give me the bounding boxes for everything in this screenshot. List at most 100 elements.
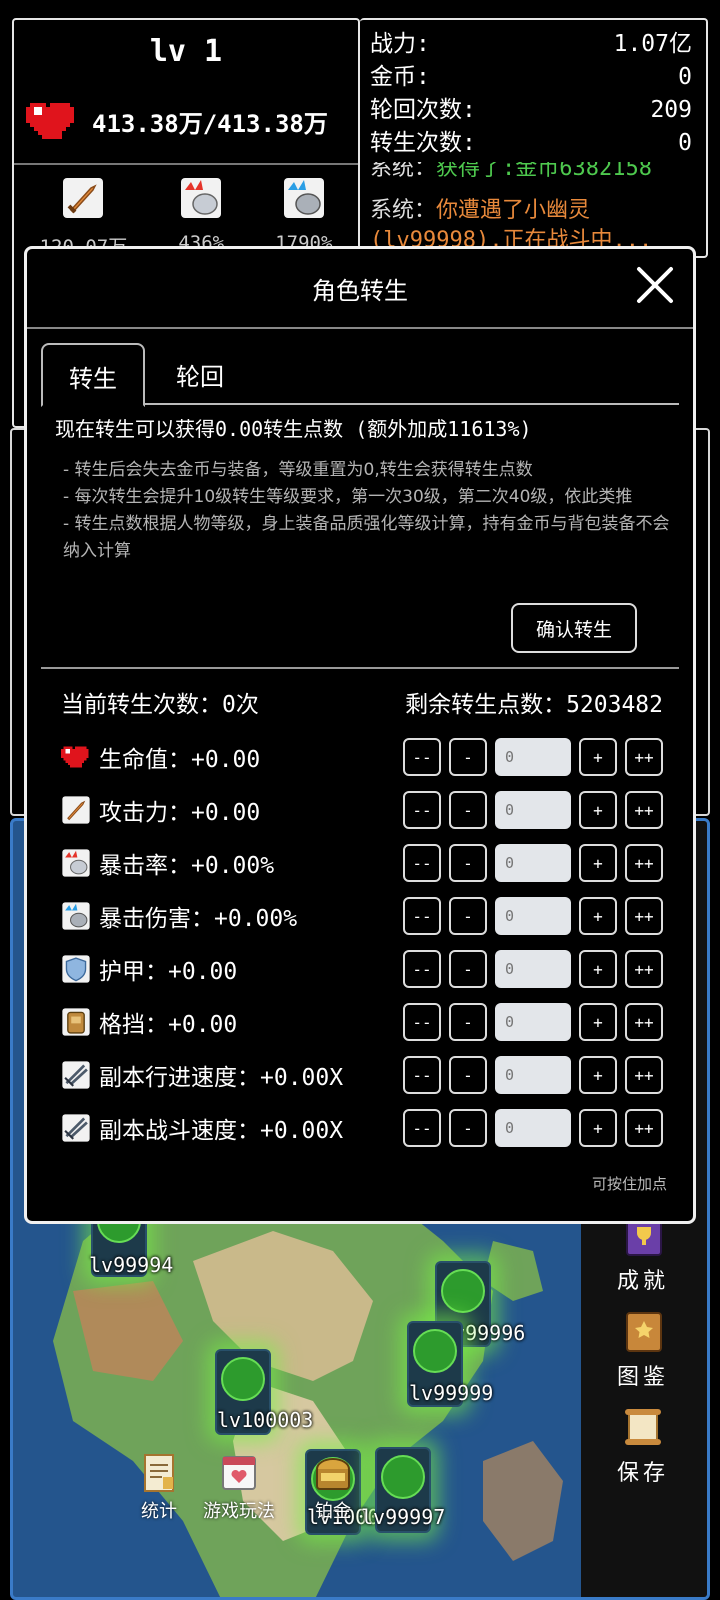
tab-rebirth[interactable]: 转生 bbox=[41, 343, 145, 407]
attr-row-attack: 攻击力：+0.00 -- - + ++ bbox=[61, 790, 663, 830]
attr-controls: -- - + ++ bbox=[403, 791, 663, 829]
save-button[interactable]: 保存 bbox=[595, 1403, 691, 1487]
points-input[interactable] bbox=[495, 950, 571, 988]
attr-controls: -- - + ++ bbox=[403, 950, 663, 988]
decrease-big-button[interactable]: -- bbox=[403, 844, 441, 882]
decrease-button[interactable]: - bbox=[449, 1003, 487, 1041]
note-line: - 每次转生会提升10级转生等级要求，第一次30级，第二次40级，依此类推 bbox=[63, 487, 633, 507]
attr-controls: -- - + ++ bbox=[403, 1056, 663, 1094]
section-divider bbox=[41, 667, 679, 669]
statistics-button[interactable]: 统计 bbox=[137, 1451, 181, 1523]
gold-value: 0 bbox=[678, 64, 692, 90]
codex-button[interactable]: 图鉴 bbox=[595, 1307, 691, 1391]
resource-panel: 战力: 1.07亿 金币: 0 轮回次数: 209 转生次数: 0 系统：获得了… bbox=[360, 18, 708, 258]
statistics-icon bbox=[144, 1454, 174, 1492]
confirm-rebirth-button[interactable]: 确认转生 bbox=[511, 603, 637, 653]
increase-button[interactable]: + bbox=[579, 1056, 617, 1094]
note-line: - 转生点数根据人物等级，身上装备品质强化等级计算，持有金币与背包装备不会纳入计… bbox=[63, 514, 670, 561]
points-input[interactable] bbox=[495, 897, 571, 935]
increase-big-button[interactable]: ++ bbox=[625, 738, 663, 776]
tab-reincarnation[interactable]: 轮回 bbox=[155, 343, 245, 407]
log-encounter-text: 你遭遇了小幽灵 bbox=[436, 198, 591, 223]
crit-damage-icon bbox=[283, 178, 324, 218]
attr-controls: -- - + ++ bbox=[403, 1109, 663, 1147]
increase-button[interactable]: + bbox=[579, 897, 617, 935]
block-icon bbox=[62, 1008, 90, 1036]
decrease-big-button[interactable]: -- bbox=[403, 791, 441, 829]
cycle-count-label: 轮回次数: bbox=[370, 97, 476, 123]
rebirth-summary: 当前转生次数：0次 剩余转生点数：5203482 bbox=[61, 685, 663, 719]
sword-icon bbox=[63, 178, 104, 218]
codex-label: 图鉴 bbox=[616, 1365, 669, 1390]
attr-row-armor: 护甲：+0.00 -- - + ++ bbox=[61, 949, 663, 989]
gold-label: 金币: bbox=[370, 64, 430, 90]
sword-icon bbox=[62, 796, 90, 824]
attr-label: 副本战斗速度：+0.00X bbox=[99, 1118, 344, 1144]
increase-button[interactable]: + bbox=[579, 791, 617, 829]
gameplay-calendar-icon bbox=[222, 1456, 256, 1490]
dungeon-travel-speed-icon bbox=[62, 1061, 90, 1089]
increase-button[interactable]: + bbox=[579, 1109, 617, 1147]
decrease-big-button[interactable]: -- bbox=[403, 738, 441, 776]
attr-controls: -- - + ++ bbox=[403, 897, 663, 935]
node-level-label: lv99999 bbox=[409, 1381, 494, 1405]
increase-button[interactable]: + bbox=[579, 844, 617, 882]
achievement-label: 成就 bbox=[616, 1269, 669, 1294]
decrease-button[interactable]: - bbox=[449, 1056, 487, 1094]
attr-label: 攻击力：+0.00 bbox=[99, 800, 261, 826]
increase-button[interactable]: + bbox=[579, 1003, 617, 1041]
decrease-big-button[interactable]: -- bbox=[403, 897, 441, 935]
save-scroll-icon bbox=[625, 1409, 661, 1445]
dungeon-battle-speed-icon bbox=[62, 1114, 90, 1142]
decrease-button[interactable]: - bbox=[449, 897, 487, 935]
increase-button[interactable]: + bbox=[579, 738, 617, 776]
log-system-tag: 系统： bbox=[370, 162, 437, 181]
gameplay-button[interactable]: 游戏玩法 bbox=[203, 1451, 275, 1523]
attr-label: 生命值：+0.00 bbox=[99, 747, 261, 773]
increase-big-button[interactable]: ++ bbox=[625, 1003, 663, 1041]
attr-label: 副本行进速度：+0.00X bbox=[99, 1065, 344, 1091]
increase-big-button[interactable]: ++ bbox=[625, 791, 663, 829]
increase-big-button[interactable]: ++ bbox=[625, 950, 663, 988]
decrease-button[interactable]: - bbox=[449, 1109, 487, 1147]
attr-row-dungeon-travel-speed: 副本行进速度：+0.00X -- - + ++ bbox=[61, 1055, 663, 1095]
rebirth-count-row: 转生次数: 0 bbox=[370, 127, 692, 160]
decrease-big-button[interactable]: -- bbox=[403, 1109, 441, 1147]
dialog-header: 角色转生 bbox=[27, 249, 693, 329]
decrease-button[interactable]: - bbox=[449, 950, 487, 988]
points-input[interactable] bbox=[495, 1003, 571, 1041]
decrease-big-button[interactable]: -- bbox=[403, 950, 441, 988]
platinum-button[interactable]: 铂金 bbox=[311, 1451, 355, 1523]
cycle-count-row: 轮回次数: 209 bbox=[370, 94, 692, 127]
player-level: lv 1 bbox=[149, 34, 223, 69]
cycle-count-value: 209 bbox=[650, 97, 692, 123]
points-input[interactable] bbox=[495, 1109, 571, 1147]
increase-big-button[interactable]: ++ bbox=[625, 897, 663, 935]
decrease-button[interactable]: - bbox=[449, 844, 487, 882]
close-icon[interactable] bbox=[635, 265, 675, 305]
increase-button[interactable]: + bbox=[579, 950, 617, 988]
remaining-rebirth-points: 剩余转生点数：5203482 bbox=[405, 692, 663, 718]
increase-big-button[interactable]: ++ bbox=[625, 1109, 663, 1147]
attr-controls: -- - + ++ bbox=[403, 844, 663, 882]
node-level-label: lv99997 bbox=[361, 1505, 446, 1529]
rebirth-gain-text: 现在转生可以获得0.00转生点数 (额外加成11613%) bbox=[55, 417, 532, 441]
attr-row-crit-rate: 暴击率：+0.00% -- - + ++ bbox=[61, 843, 663, 883]
node-level-label: lv99994 bbox=[89, 1253, 174, 1277]
decrease-button[interactable]: - bbox=[449, 738, 487, 776]
increase-big-button[interactable]: ++ bbox=[625, 1056, 663, 1094]
hold-to-add-hint: 可按住加点 bbox=[591, 1175, 667, 1193]
points-input[interactable] bbox=[495, 1056, 571, 1094]
points-input[interactable] bbox=[495, 738, 571, 776]
points-input[interactable] bbox=[495, 844, 571, 882]
decrease-big-button[interactable]: -- bbox=[403, 1056, 441, 1094]
statistics-label: 统计 bbox=[141, 1501, 177, 1522]
decrease-button[interactable]: - bbox=[449, 791, 487, 829]
dialog-title: 角色转生 bbox=[312, 277, 408, 305]
increase-big-button[interactable]: ++ bbox=[625, 844, 663, 882]
decrease-big-button[interactable]: -- bbox=[403, 1003, 441, 1041]
points-input[interactable] bbox=[495, 791, 571, 829]
rebirth-count-value: 0 bbox=[678, 130, 692, 156]
shield-icon bbox=[62, 955, 90, 983]
attr-label: 暴击率：+0.00% bbox=[99, 853, 275, 879]
